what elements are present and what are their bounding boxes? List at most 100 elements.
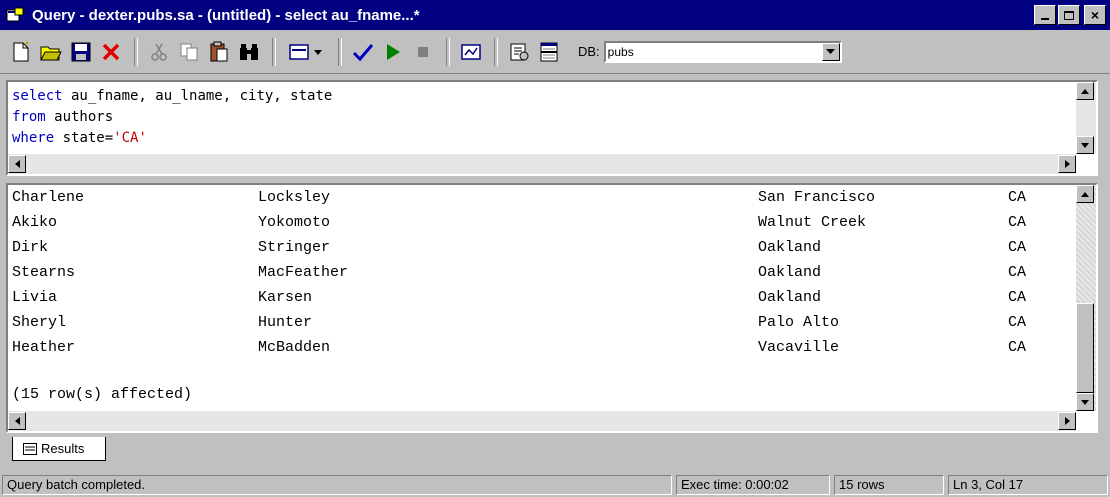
cell-city: San Francisco xyxy=(758,189,876,206)
cell-city: Vacaville xyxy=(758,339,840,356)
maximize-button[interactable] xyxy=(1058,5,1080,25)
query-line[interactable]: from authors xyxy=(12,107,332,128)
cell-city: Oakland xyxy=(758,289,822,306)
delete-x-icon xyxy=(102,43,120,60)
scroll-left-button[interactable] xyxy=(8,412,26,430)
open-button[interactable] xyxy=(38,39,64,65)
database-select[interactable]: pubs xyxy=(603,40,842,63)
cell-last-name: Karsen xyxy=(258,289,313,306)
paste-button[interactable] xyxy=(206,39,232,65)
query-options-button[interactable] xyxy=(506,39,532,65)
cell-last-name: Locksley xyxy=(258,189,331,206)
minimize-button[interactable] xyxy=(1034,5,1056,25)
copy-icon xyxy=(180,43,198,60)
cut-button[interactable] xyxy=(146,39,172,65)
scroll-thumb[interactable] xyxy=(1076,303,1094,393)
close-button[interactable]: × xyxy=(1084,5,1106,25)
scroll-right-button[interactable] xyxy=(1058,412,1076,430)
status-cursor-position: Ln 3, Col 17 xyxy=(948,475,1108,495)
query-vertical-scrollbar[interactable] xyxy=(1076,82,1096,154)
show-execution-plan-button[interactable] xyxy=(458,39,484,65)
cell-state: CA xyxy=(1008,289,1027,306)
database-select-arrow[interactable] xyxy=(821,42,840,61)
tab-results-label: Results xyxy=(41,441,85,456)
rows-affected-message: (15 row(s) affected) xyxy=(12,386,193,403)
cell-state: CA xyxy=(1008,314,1027,331)
execution-plan-icon xyxy=(461,43,481,60)
status-exec-time: Exec time: 0:00:02 xyxy=(676,475,830,495)
toolbar: DB: pubs xyxy=(0,30,1110,74)
scroll-right-button[interactable] xyxy=(1058,155,1076,173)
sql-text: au_fname, au_lname, city, state xyxy=(62,88,333,104)
cell-first-name: Charlene xyxy=(12,189,85,206)
results-vertical-scrollbar[interactable] xyxy=(1076,185,1096,411)
sql-keyword: where xyxy=(12,130,55,146)
scroll-left-icon xyxy=(14,417,20,425)
parse-query-button[interactable] xyxy=(350,39,376,65)
results-mode-dropdown[interactable] xyxy=(284,39,328,65)
scroll-down-icon xyxy=(1081,399,1089,405)
cell-state: CA xyxy=(1008,189,1027,206)
cell-state: CA xyxy=(1008,214,1027,231)
chevron-down-icon xyxy=(314,49,322,55)
query-text[interactable]: select au_fname, au_lname, city, state fr… xyxy=(12,86,332,149)
minimize-icon xyxy=(1041,18,1049,20)
maximize-icon xyxy=(1064,10,1074,20)
status-bar: Query batch completed. Exec time: 0:00:0… xyxy=(0,473,1110,497)
query-editor[interactable]: select au_fname, au_lname, city, state fr… xyxy=(6,80,1098,176)
toolbar-separator xyxy=(446,37,450,66)
status-row-count: 15 rows xyxy=(834,475,944,495)
scissors-icon xyxy=(151,43,167,61)
close-icon: × xyxy=(1090,7,1100,23)
scroll-up-icon xyxy=(1081,88,1089,94)
new-query-button[interactable] xyxy=(8,39,34,65)
scroll-right-icon xyxy=(1064,160,1070,168)
scroll-down-button[interactable] xyxy=(1076,393,1094,411)
save-button[interactable] xyxy=(68,39,94,65)
cell-first-name: Dirk xyxy=(12,239,49,256)
sql-text: state= xyxy=(54,130,114,146)
stop-icon xyxy=(418,46,428,57)
query-line[interactable]: select au_fname, au_lname, city, state xyxy=(12,86,332,107)
cell-first-name: Akiko xyxy=(12,214,58,231)
execute-query-button[interactable] xyxy=(380,39,406,65)
scroll-left-button[interactable] xyxy=(8,155,26,173)
save-disk-icon xyxy=(71,42,91,61)
results-horizontal-scrollbar[interactable] xyxy=(8,411,1076,431)
query-window: Query - dexter.pubs.sa - (untitled) - se… xyxy=(0,0,1110,497)
results-pane-button[interactable] xyxy=(536,39,562,65)
scroll-down-button[interactable] xyxy=(1076,136,1094,154)
query-horizontal-scrollbar[interactable] xyxy=(8,154,1076,174)
delete-button[interactable] xyxy=(98,39,124,65)
status-message: Query batch completed. xyxy=(2,475,672,495)
scroll-up-button[interactable] xyxy=(1076,82,1094,100)
toolbar-separator xyxy=(134,37,138,66)
cell-last-name: Stringer xyxy=(258,239,331,256)
find-button[interactable] xyxy=(236,39,262,65)
cell-last-name: Hunter xyxy=(258,314,313,331)
cell-last-name: McBadden xyxy=(258,339,331,356)
cell-state: CA xyxy=(1008,339,1027,356)
sql-text: authors xyxy=(45,109,114,125)
cancel-query-button[interactable] xyxy=(410,39,436,65)
tab-results[interactable]: Results xyxy=(12,437,106,461)
scroll-up-button[interactable] xyxy=(1076,185,1094,203)
play-icon xyxy=(387,43,400,60)
results-grid-icon xyxy=(289,43,309,60)
split-pane-icon xyxy=(540,42,558,61)
scroll-down-icon xyxy=(1081,142,1089,148)
database-label: DB: xyxy=(578,44,600,59)
title-bar[interactable]: Query - dexter.pubs.sa - (untitled) - se… xyxy=(0,0,1110,30)
new-document-icon xyxy=(13,40,29,61)
results-pane[interactable]: Charlene Locksley San Francisco CA Akiko Yoko… xyxy=(6,183,1098,433)
cell-city: Oakland xyxy=(758,264,822,281)
toolbar-separator xyxy=(272,37,276,66)
open-folder-icon xyxy=(40,46,62,60)
query-app-icon xyxy=(6,7,24,23)
sql-keyword: from xyxy=(12,109,46,125)
copy-button[interactable] xyxy=(176,39,202,65)
chevron-down-icon xyxy=(826,48,836,54)
binoculars-icon xyxy=(240,43,258,60)
query-line[interactable]: where state='CA' xyxy=(12,128,332,149)
sql-string-literal: 'CA' xyxy=(113,130,147,146)
